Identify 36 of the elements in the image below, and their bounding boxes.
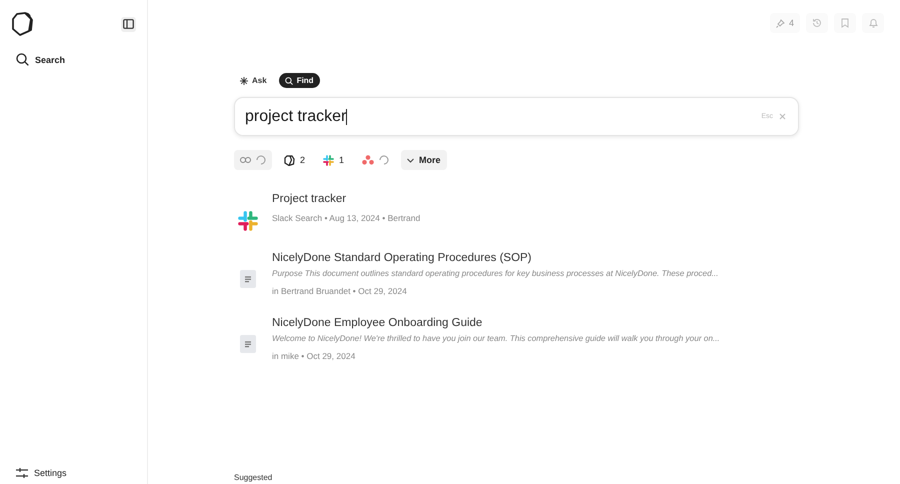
mode-tab[interactable]: Ask — [234, 73, 273, 88]
dots-logo-icon — [362, 155, 374, 165]
link-icon — [240, 157, 251, 163]
search-icon — [16, 53, 29, 66]
bell-icon[interactable] — [862, 13, 884, 33]
document-icon — [240, 270, 256, 288]
source-filter[interactable]: 1 — [317, 150, 350, 170]
section-heading: Suggested — [234, 473, 274, 482]
result-title[interactable]: NicelyDone Employee Onboarding Guide — [272, 317, 720, 329]
chevron-down-icon — [407, 158, 414, 162]
sliders-icon — [16, 468, 28, 478]
logo-icon[interactable] — [11, 12, 33, 36]
result-meta: in Bertrand Bruandet • Oct 29, 2024 — [272, 286, 408, 296]
hash-logo-icon — [238, 211, 258, 231]
bookmark-icon[interactable] — [834, 13, 856, 33]
asterisk-icon — [240, 76, 248, 84]
result-snippet: Purpose This document outlines standard operating procedures for key business processes at NicelyDone. These proced... — [272, 269, 718, 278]
result-title[interactable]: Project tracker — [272, 193, 420, 205]
settings-link[interactable]: Settings — [0, 468, 147, 478]
source-filter[interactable] — [234, 150, 272, 170]
sidebar-item[interactable]: Search — [0, 53, 147, 66]
source-filter[interactable]: 2 — [278, 150, 312, 170]
result-snippet: Welcome to NicelyDone! We're thrilled to have you join our team. This comprehensive guide will walk you through your on... — [272, 334, 720, 343]
close-icon[interactable] — [779, 113, 786, 120]
document-icon — [240, 335, 256, 353]
result-meta: in mike • Oct 29, 2024 — [272, 351, 356, 361]
result-title[interactable]: NicelyDone Standard Operating Procedures (SOP) — [272, 252, 718, 264]
sidebar-toggle-icon[interactable] — [121, 16, 136, 32]
hash-logo-icon — [323, 154, 334, 166]
search-icon — [284, 76, 293, 84]
cube-logo-icon — [284, 154, 295, 166]
more-button[interactable]: More — [401, 150, 447, 170]
history-icon[interactable] — [806, 13, 828, 33]
mode-tab[interactable]: Find — [278, 73, 320, 88]
pin-icon — [776, 18, 785, 28]
result-meta: Slack Search • Aug 13, 2024 • Bertrand — [272, 213, 420, 223]
